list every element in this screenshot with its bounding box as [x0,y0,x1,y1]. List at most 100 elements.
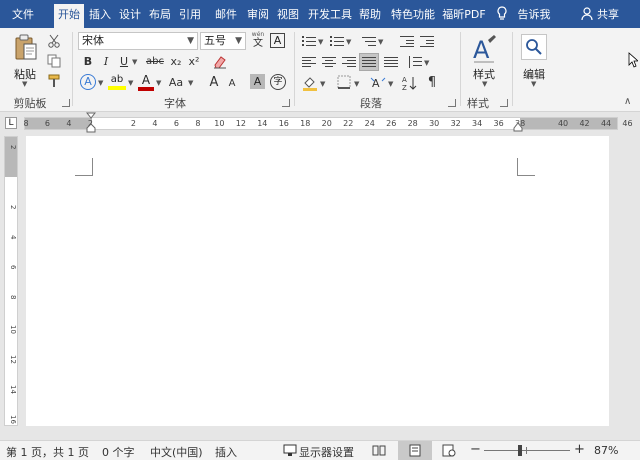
paste-button[interactable]: 粘贴 ▼ [8,32,44,88]
chevron-down-icon[interactable]: ▼ [320,80,325,88]
status-language[interactable]: 中文(中国) [150,444,203,460]
tab-developer[interactable]: 开发工具 [304,5,356,25]
chevron-down-icon[interactable]: ▼ [132,58,137,66]
vertical-ruler[interactable]: 2 2 4 6 8 10 12 14 16 [4,136,18,426]
italic-button[interactable]: I [98,54,114,70]
highlight-button[interactable]: ab [108,74,126,92]
char-shading-button[interactable]: A [250,74,265,89]
sort-icon[interactable]: AZ [402,75,418,92]
shrink-font-button[interactable]: A [224,76,240,92]
align-center-icon[interactable] [322,56,336,68]
chevron-down-icon[interactable]: ▼ [128,79,133,87]
change-case-button[interactable]: Aa [166,75,186,91]
share-button[interactable]: 共享 [594,5,622,25]
styles-dialog-launcher[interactable] [500,99,508,107]
underline-button[interactable]: U [116,54,132,70]
tab-layout[interactable]: 布局 [146,5,174,25]
zoom-out-button[interactable]: − [470,442,481,457]
multilevel-list-icon[interactable] [362,35,376,47]
decrease-indent-icon[interactable] [400,35,414,47]
align-right-icon[interactable] [342,56,356,68]
chevron-down-icon[interactable]: ▼ [156,79,161,87]
enclose-characters-button[interactable]: 字 [270,74,286,90]
tab-home[interactable]: 开始 [54,4,84,28]
chevron-down-icon[interactable]: ▼ [346,38,351,46]
ruler-number: 12 [235,119,246,128]
asian-layout-icon[interactable]: A [370,75,386,91]
ruler-number: 30 [429,119,440,128]
status-page[interactable]: 第 1 页，共 1 页 [6,444,89,460]
status-insert-mode[interactable]: 插入 [215,444,237,460]
align-left-icon[interactable] [302,56,316,68]
justify-button[interactable] [359,53,379,71]
grow-font-button[interactable]: A [206,75,222,91]
tab-mailings[interactable]: 邮件 [212,5,240,25]
zoom-slider-track[interactable] [484,450,570,451]
clipboard-dialog-launcher[interactable] [62,99,70,107]
phonetic-guide-button[interactable]: wén 文 [250,31,266,51]
clear-formatting-icon[interactable] [212,54,228,70]
zoom-slider-thumb[interactable] [518,445,522,456]
strikethrough-button[interactable]: abc [144,54,166,70]
chevron-down-icon[interactable]: ▼ [354,80,359,88]
horizontal-ruler[interactable]: L 8 6 4 2 2 4 6 8 10 12 14 16 18 20 22 24 26 28 30 32 34 36 38… [0,112,640,134]
font-color-button[interactable]: A [138,74,154,92]
text-effects-button[interactable]: A [80,74,96,90]
superscript-button[interactable]: x² [186,54,202,70]
char-border-button[interactable]: A [270,33,285,48]
tab-view[interactable]: 视图 [274,5,302,25]
tell-me-search[interactable]: 告诉我 [514,5,554,25]
web-layout-icon[interactable] [442,444,456,457]
subscript-button[interactable]: x₂ [168,54,184,70]
indent-marker[interactable] [85,112,97,134]
increase-indent-icon[interactable] [420,35,434,47]
line-spacing-icon[interactable] [408,56,422,68]
tab-design[interactable]: 设计 [116,5,144,25]
display-settings-button[interactable]: 显示器设置 [299,444,354,460]
chevron-down-icon[interactable]: ▼ [388,80,393,88]
status-word-count[interactable]: 0 个字 [102,444,135,460]
ruler-number: 10 [214,119,225,128]
format-painter-icon[interactable] [46,74,62,90]
tab-insert[interactable]: 插入 [86,5,114,25]
chevron-down-icon[interactable]: ▼ [424,59,429,67]
chevron-down-icon[interactable]: ▼ [318,38,323,46]
highlight-text: ab [110,74,124,85]
tab-help[interactable]: 帮助 [356,5,384,25]
search-icon [521,34,547,60]
chevron-down-icon[interactable]: ▼ [188,79,193,87]
right-indent-marker[interactable] [513,122,523,132]
tab-review[interactable]: 审阅 [244,5,272,25]
collapse-ribbon-icon[interactable]: ∧ [624,96,631,107]
zoom-in-button[interactable]: + [574,442,585,457]
bold-button[interactable]: B [80,54,96,70]
chevron-down-icon[interactable]: ▼ [378,38,383,46]
font-color-text: A [141,73,151,87]
chevron-down-icon[interactable]: ▼ [98,79,103,87]
font-size-combo[interactable]: 五号 ▼ [200,32,246,50]
cut-icon[interactable] [46,34,62,50]
distributed-icon[interactable] [384,56,398,68]
font-dialog-launcher[interactable] [282,99,290,107]
read-mode-icon[interactable] [372,444,386,457]
paragraph-dialog-launcher[interactable] [448,99,456,107]
editing-button[interactable]: 编辑 ▼ [517,32,553,88]
shading-icon[interactable] [302,75,318,91]
tab-references[interactable]: 引用 [176,5,204,25]
styles-button[interactable]: A 样式 ▼ [464,32,506,88]
document-page[interactable] [26,136,609,426]
font-name-combo[interactable]: 宋体 ▼ [78,32,198,50]
bullets-icon[interactable] [302,35,316,47]
tab-file[interactable]: 文件 [6,5,40,25]
vruler-number: 6 [9,265,17,270]
numbering-icon[interactable] [330,35,344,47]
tab-foxit-pdf[interactable]: 福昕PDF [441,5,487,25]
borders-icon[interactable] [336,75,352,91]
show-marks-icon[interactable]: ¶ [424,75,440,91]
chevron-down-icon: ▼ [235,36,242,46]
copy-icon[interactable] [46,54,62,70]
ruler-number: 20 [321,119,332,128]
tab-special-features[interactable]: 特色功能 [387,5,439,25]
zoom-percent[interactable]: 87% [594,444,618,457]
print-layout-button[interactable] [398,441,432,460]
